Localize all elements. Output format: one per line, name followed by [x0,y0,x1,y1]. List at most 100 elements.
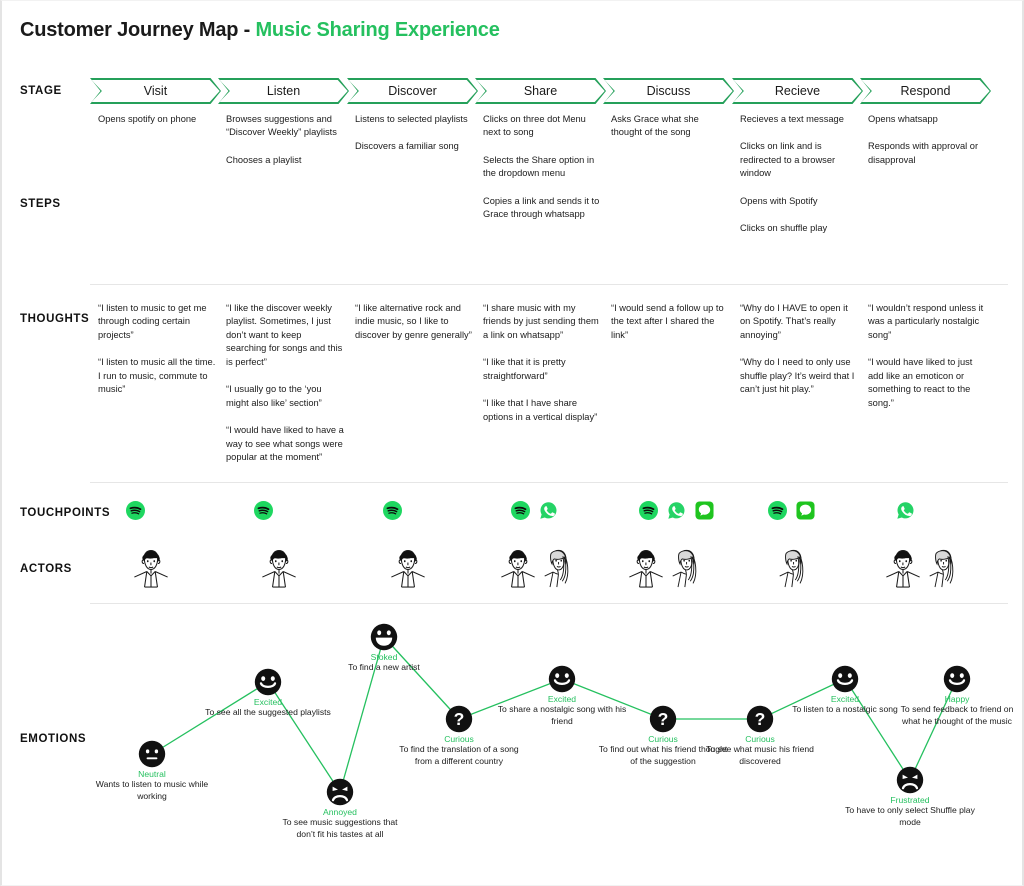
whatsapp-icon[interactable] [539,501,558,520]
thought-column-1: “I listen to music to get me through cod… [98,302,216,411]
touchpoint-group-7 [896,501,915,520]
step-item: Copies a link and sends it to Grace thro… [483,195,600,220]
actor-woman-icon [544,549,569,588]
actor-man-icon [262,550,296,588]
emotion-node-2[interactable]: Excited To see all the suggested playlist… [202,668,334,719]
step-item: Asks Grace what she thought of the song [611,114,699,138]
emotion-label: Stoked [370,652,398,662]
emotion-description: To see all the suggested playlists [205,707,331,717]
emotion-label: Curious [745,734,775,744]
svg-text:?: ? [454,709,465,729]
thought-item: “I like alternative rock and indie music… [355,303,472,340]
stage-arrow-listen[interactable]: Listen [218,78,349,104]
stage-arrow-visit[interactable]: Visit [90,78,221,104]
emotion-face-grin-icon [370,623,398,651]
emotion-node-1[interactable]: Neutral Wants to listen to music while wo… [86,740,218,803]
page-title: Customer Journey Map - Music Sharing Exp… [20,19,500,42]
emotion-node-11[interactable]: Happy To send feedback to friend on what … [891,665,1023,728]
stage-arrow-label: Discuss [646,84,691,98]
emotion-label: Frustrated [890,795,930,805]
journey-map-canvas: Customer Journey Map - Music Sharing Exp… [0,0,1024,886]
emotion-label: Happy [944,694,970,704]
stage-arrow-label: Share [523,84,558,98]
spotify-icon[interactable] [639,501,658,520]
thought-item: “I would have liked to have a way to see… [226,425,344,463]
thought-item: “I would send a follow up to the text af… [611,303,724,340]
actor-man-icon [134,550,168,588]
step-item: Clicks on link and is redirected to a br… [740,141,836,179]
stage-arrow-label: Visit [143,84,168,98]
thought-column-7: “I wouldn’t respond unless it was a part… [868,302,986,424]
thought-item: “I wouldn’t respond unless it was a part… [868,303,984,340]
step-item: Discovers a familiar song [355,141,459,152]
step-item: Selects the Share option in the dropdown… [483,154,595,179]
actor-group-6 [774,547,812,591]
step-column-1: Opens spotify on phone [98,113,216,140]
stage-arrow-respond[interactable]: Respond [860,78,991,104]
divider-actors [90,603,1008,604]
actor-group-5 [627,547,705,591]
messages-icon[interactable] [796,501,815,520]
thought-item: “I listen to music to get me through cod… [98,303,207,340]
stage-arrow-label: Recieve [774,84,821,98]
step-column-5: Asks Grace what she thought of the song [611,113,729,154]
spotify-icon[interactable] [383,501,402,520]
step-item: Opens whatsapp [868,114,938,124]
emotion-face-happy-icon [943,665,971,693]
whatsapp-icon[interactable] [896,501,915,520]
emotion-node-4[interactable]: Annoyed To see music suggestions that don… [274,778,406,841]
step-column-2: Browses suggestions and “Discover Weekly… [226,113,344,181]
emotion-description: To see what music his friend discovered [706,744,814,766]
thought-item: “I like that I have share options in a v… [483,398,598,422]
spotify-icon[interactable] [126,501,145,520]
row-label-touchpoints: TOUCHPOINTS [20,507,111,519]
actor-woman-icon [672,549,697,588]
thought-item: “I would have liked to just add like an … [868,357,973,408]
emotion-label: Neutral [138,769,166,779]
stage-arrow-label: Discover [388,84,437,98]
emotion-face-question-icon: ? [445,705,473,733]
thought-column-3: “I like alternative rock and indie music… [355,302,473,356]
stage-arrow-discover[interactable]: Discover [347,78,478,104]
messages-icon[interactable] [695,501,714,520]
step-column-3: Listens to selected playlists Discovers a… [355,113,473,168]
actor-woman-icon [929,549,954,588]
step-item: Recieves a text message [740,114,844,124]
spotify-icon[interactable] [254,501,273,520]
emotion-description: To find a new artist [348,662,420,672]
whatsapp-icon[interactable] [667,501,686,520]
emotions-chart: Neutral Wants to listen to music while wo… [2,613,1024,885]
thought-column-4: “I share music with my friends by just s… [483,302,601,438]
thought-item: “I listen to music all the time. I run t… [98,357,216,395]
thought-item: “Why do I need to only use shuffle play?… [740,357,855,395]
actor-group-2 [260,547,298,591]
emotion-label: Curious [444,734,474,744]
spotify-icon[interactable] [511,501,530,520]
page-title-main: Customer Journey Map - [20,19,256,41]
actor-man-icon [886,550,920,588]
actor-woman-icon [779,549,804,588]
emotion-face-sad-icon [896,766,924,794]
step-item: Clicks on three dot Menu next to song [483,114,586,138]
row-label-steps: STEPS [20,198,61,210]
touchpoint-group-1 [126,501,145,520]
stage-arrow-discuss[interactable]: Discuss [603,78,734,104]
thought-item: “I like that it is pretty straightforwar… [483,357,566,381]
emotion-description: To find the translation of a song from a… [399,744,519,766]
emotion-face-neutral-icon [138,740,166,768]
actor-group-3 [389,547,427,591]
emotion-node-10[interactable]: Frustrated To have to only select Shuffle… [844,766,976,829]
step-item: Opens spotify on phone [98,114,197,124]
actor-man-icon [629,550,663,588]
emotion-label: Excited [547,694,577,704]
actor-group-7 [884,547,962,591]
actor-group-1 [132,547,170,591]
stage-arrow-recieve[interactable]: Recieve [732,78,863,104]
stage-arrow-share[interactable]: Share [475,78,606,104]
actor-man-icon [391,550,425,588]
emotion-node-3[interactable]: Stoked To find a new artist [318,623,450,674]
spotify-icon[interactable] [768,501,787,520]
thought-column-5: “I would send a follow up to the text af… [611,302,729,356]
step-item: Opens with Spotify [740,195,818,206]
step-item: Clicks on shuffle play [740,223,828,234]
